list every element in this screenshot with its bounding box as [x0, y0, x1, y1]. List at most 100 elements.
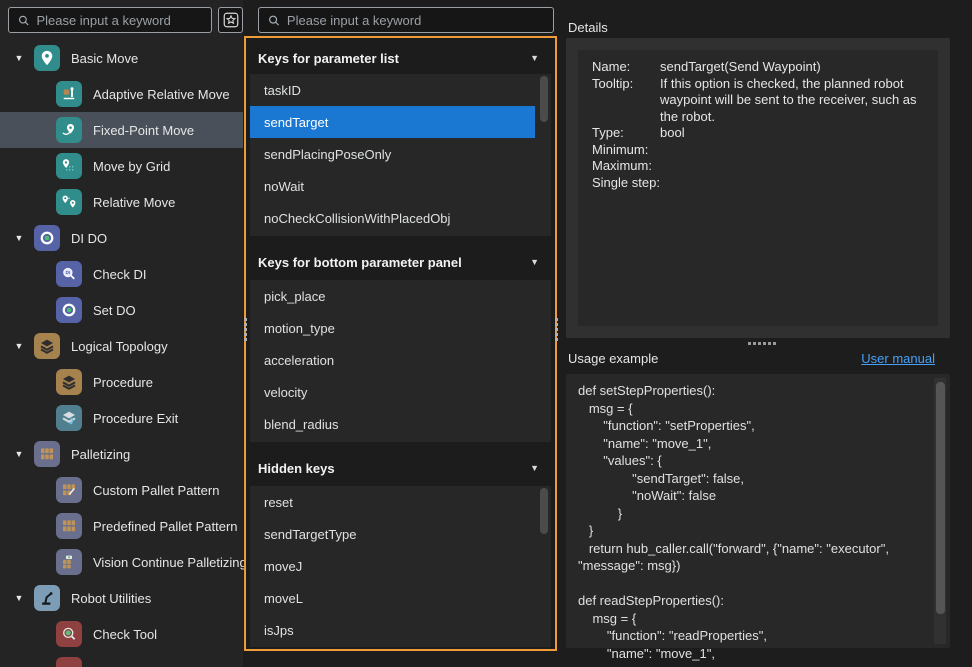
tree-item-label: Custom Pallet Pattern	[93, 483, 219, 498]
detail-row-minimum: Minimum:	[592, 142, 938, 159]
procedure-exit-icon	[56, 405, 82, 431]
section-header-bottom-parameter-panel[interactable]: Keys for bottom parameter panel ▼	[250, 248, 551, 276]
detail-row-tooltip: Tooltip: If this option is checked, the …	[592, 76, 938, 126]
left-search-input[interactable]	[36, 13, 203, 28]
tree-item-label: Relative Move	[93, 195, 175, 210]
tree-item-move-by-grid[interactable]: Move by Grid	[0, 148, 243, 184]
key-item-nowait[interactable]: noWait	[250, 170, 551, 202]
detail-value	[660, 142, 928, 159]
tree-item-label: Move by Grid	[93, 159, 170, 174]
tree-item-adaptive-relative-move[interactable]: Adaptive Relative Move	[0, 76, 243, 112]
star-box-icon	[222, 11, 240, 29]
splitter-handle-left[interactable]	[243, 312, 247, 346]
detail-value: bool	[660, 125, 928, 142]
scrollbar-thumb[interactable]	[540, 76, 548, 122]
key-item-nocheckcollisionwithplacedobj[interactable]: noCheckCollisionWithPlacedObj	[250, 202, 551, 234]
predefined-pallet-pattern-icon	[56, 513, 82, 539]
tree-item-basic-move[interactable]: ▼ Basic Move	[0, 40, 243, 76]
bottom-parameter-list-box: pick_place motion_type acceleration velo…	[250, 280, 551, 442]
user-manual-link[interactable]: User manual	[861, 351, 935, 366]
palletizing-icon	[34, 441, 60, 467]
detail-label: Type:	[592, 125, 660, 142]
key-item-isjps[interactable]: isJps	[250, 614, 551, 646]
parameter-list-box: taskID sendTarget sendPlacingPoseOnly no…	[250, 74, 551, 236]
tree-item-check-tool[interactable]: Check Tool	[0, 616, 243, 652]
key-item-sendtarget[interactable]: sendTarget	[250, 106, 535, 138]
collapse-arrow-icon[interactable]: ▼	[530, 53, 539, 63]
key-item-reset[interactable]: reset	[250, 486, 551, 518]
keys-search-input[interactable]	[287, 13, 545, 28]
robot-utilities-icon	[34, 585, 60, 611]
tree-item-relative-move[interactable]: Relative Move	[0, 184, 243, 220]
usage-example-title: Usage example	[568, 351, 658, 366]
logical-topology-icon	[34, 333, 60, 359]
favorites-button[interactable]	[218, 7, 243, 33]
collapse-arrow-icon[interactable]: ▼	[530, 463, 539, 473]
expand-arrow-icon[interactable]: ▼	[12, 593, 26, 603]
section-header-parameter-list[interactable]: Keys for parameter list ▼	[250, 44, 551, 72]
tree-item-label: Procedure Exit	[93, 411, 178, 426]
key-item-sendtargettype[interactable]: sendTargetType	[250, 518, 551, 550]
splitter-handle-right[interactable]	[554, 312, 558, 346]
tree-item-custom-pallet-pattern[interactable]: Custom Pallet Pattern	[0, 472, 243, 508]
step-tree: ▼ Basic Move Adaptive Relative Move Fixe…	[0, 40, 243, 652]
tree-item-label: Check DI	[93, 267, 146, 282]
keys-search-box[interactable]	[258, 7, 554, 33]
tree-item-fixed-point-move[interactable]: Fixed-Point Move	[0, 112, 243, 148]
relative-move-icon	[56, 189, 82, 215]
key-item-blend-radius[interactable]: blend_radius	[250, 408, 551, 440]
tree-item-predefined-pallet-pattern[interactable]: Predefined Pallet Pattern	[0, 508, 243, 544]
step-library-panel: ▼ Basic Move Adaptive Relative Move Fixe…	[0, 0, 243, 667]
scrollbar-track[interactable]	[934, 378, 946, 644]
key-item-movej[interactable]: moveJ	[250, 550, 551, 582]
di-do-icon	[34, 225, 60, 251]
tree-item-label: Check Tool	[93, 627, 157, 642]
tree-item-procedure-exit[interactable]: Procedure Exit	[0, 400, 243, 436]
detail-label: Tooltip:	[592, 76, 660, 126]
detail-value: If this option is checked, the planned r…	[660, 76, 928, 126]
splitter-handle-horizontal[interactable]	[748, 342, 776, 345]
tree-item-check-di[interactable]: DI Check DI	[0, 256, 243, 292]
move-by-grid-icon	[56, 153, 82, 179]
hidden-keys-list-box: reset sendTargetType moveJ moveL isJps	[250, 486, 551, 647]
tree-item-label: Palletizing	[71, 447, 130, 462]
tree-item-label: Logical Topology	[71, 339, 168, 354]
key-item-motion-type[interactable]: motion_type	[250, 312, 551, 344]
left-search-box[interactable]	[8, 7, 212, 33]
basic-move-icon	[34, 45, 60, 71]
check-tool-icon	[56, 621, 82, 647]
usage-example-code-box: def setStepProperties(): msg = { "functi…	[566, 374, 950, 648]
detail-row-name: Name: sendTarget(Send Waypoint)	[592, 59, 938, 76]
collapse-arrow-icon[interactable]: ▼	[530, 257, 539, 267]
tree-item-vision-continue-palletizing[interactable]: Vision Continue Palletizing	[0, 544, 243, 580]
tree-item-di-do[interactable]: ▼ DI DO	[0, 220, 243, 256]
tree-item-set-do[interactable]: Set DO	[0, 292, 243, 328]
svg-text:DI: DI	[66, 270, 71, 275]
partial-tree-icon	[56, 657, 82, 667]
key-item-sendplacingposeonly[interactable]: sendPlacingPoseOnly	[250, 138, 551, 170]
check-di-icon: DI	[56, 261, 82, 287]
section-title: Keys for parameter list	[258, 51, 399, 66]
key-item-acceleration[interactable]: acceleration	[250, 344, 551, 376]
tree-item-logical-topology[interactable]: ▼ Logical Topology	[0, 328, 243, 364]
key-item-pick-place[interactable]: pick_place	[250, 280, 551, 312]
key-item-movel[interactable]: moveL	[250, 582, 551, 614]
details-title: Details	[568, 20, 608, 35]
section-header-hidden-keys[interactable]: Hidden keys ▼	[250, 454, 551, 482]
detail-label: Maximum:	[592, 158, 660, 175]
tree-item-procedure[interactable]: Procedure	[0, 364, 243, 400]
tree-item-palletizing[interactable]: ▼ Palletizing	[0, 436, 243, 472]
key-item-velocity[interactable]: velocity	[250, 376, 551, 408]
expand-arrow-icon[interactable]: ▼	[12, 449, 26, 459]
expand-arrow-icon[interactable]: ▼	[12, 53, 26, 63]
key-item-taskid[interactable]: taskID	[250, 74, 551, 106]
tree-item-robot-utilities[interactable]: ▼ Robot Utilities	[0, 580, 243, 616]
keys-panel: Keys for parameter list ▼ taskID sendTar…	[244, 36, 557, 651]
scrollbar-thumb[interactable]	[540, 488, 548, 534]
tree-item-label: Adaptive Relative Move	[93, 87, 230, 102]
scrollbar-thumb[interactable]	[936, 382, 945, 614]
fixed-point-move-icon	[56, 117, 82, 143]
expand-arrow-icon[interactable]: ▼	[12, 233, 26, 243]
section-title: Keys for bottom parameter panel	[258, 255, 462, 270]
expand-arrow-icon[interactable]: ▼	[12, 341, 26, 351]
